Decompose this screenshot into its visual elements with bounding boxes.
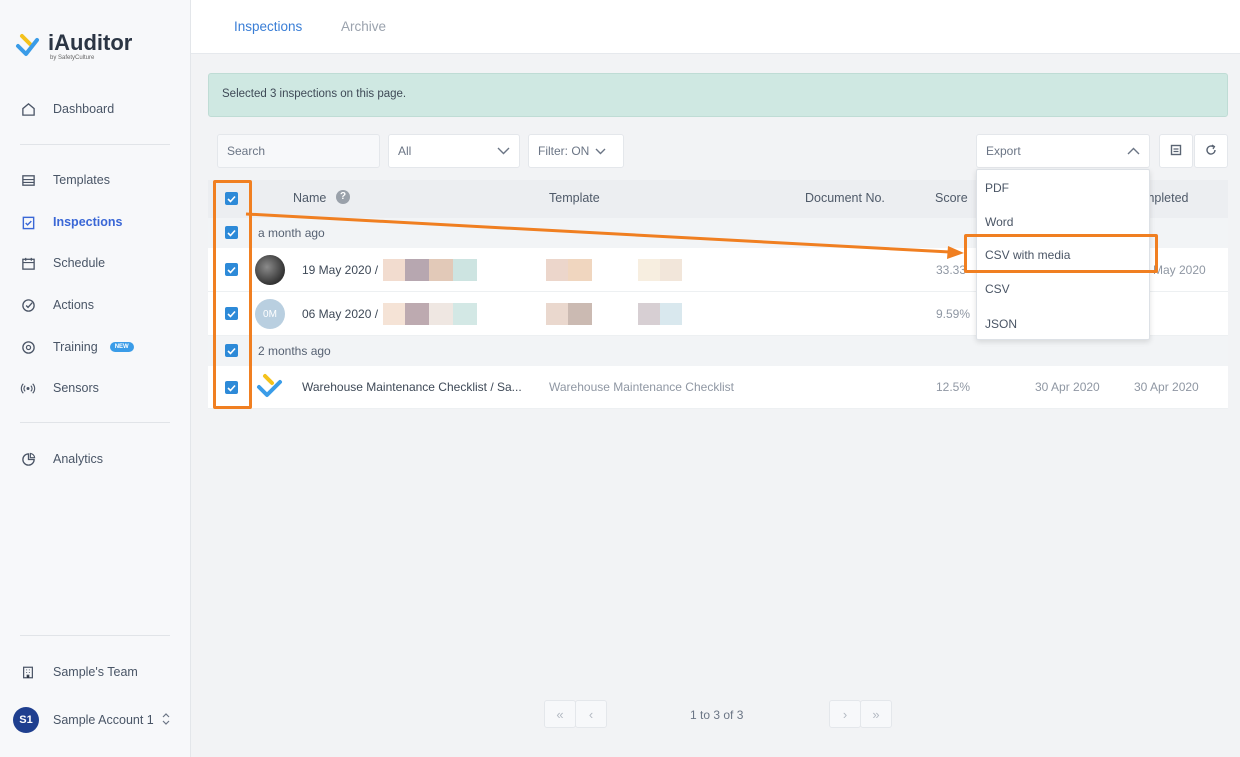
annotation-arrow [245, 212, 964, 259]
